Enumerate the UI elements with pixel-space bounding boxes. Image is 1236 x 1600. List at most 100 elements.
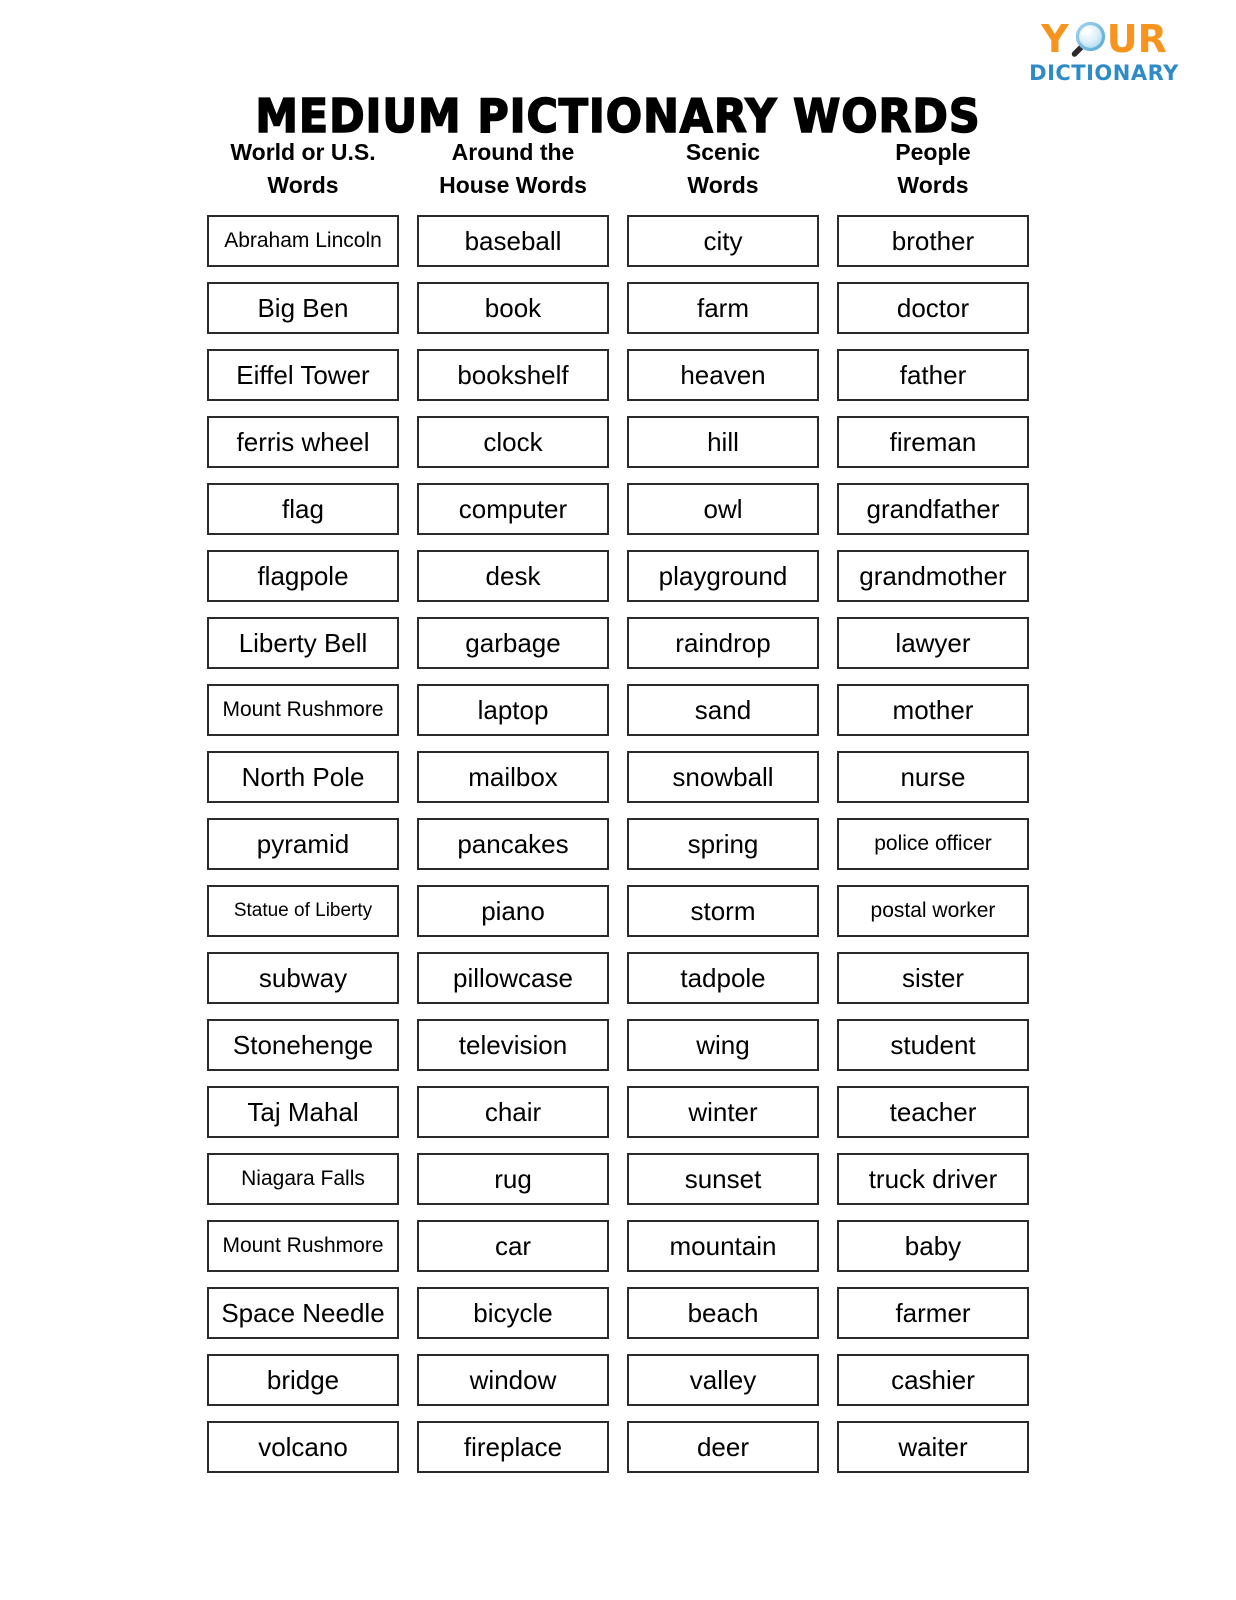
word-label: tadpole	[680, 962, 766, 993]
word-box[interactable]: father	[837, 348, 1029, 401]
word-box[interactable]: pillowcase	[417, 951, 609, 1004]
word-box[interactable]: sand	[627, 683, 819, 736]
word-box[interactable]: city	[627, 214, 819, 267]
word-box[interactable]: baby	[837, 1219, 1029, 1272]
word-label: storm	[690, 895, 756, 926]
word-box[interactable]: ferris wheel	[207, 415, 399, 468]
word-box[interactable]: North Pole	[207, 750, 399, 803]
word-label: sister	[901, 962, 965, 993]
word-box[interactable]: storm	[627, 884, 819, 937]
word-box[interactable]: Eiffel Tower	[207, 348, 399, 401]
word-box[interactable]: bridge	[207, 1353, 399, 1406]
word-box[interactable]: teacher	[837, 1085, 1029, 1138]
word-box[interactable]: owl	[627, 482, 819, 535]
word-box[interactable]: farm	[627, 281, 819, 334]
word-box[interactable]: sunset	[627, 1152, 819, 1205]
word-box[interactable]: cashier	[837, 1353, 1029, 1406]
word-box[interactable]: Big Ben	[207, 281, 399, 334]
word-box[interactable]: student	[837, 1018, 1029, 1071]
word-box[interactable]: television	[417, 1018, 609, 1071]
word-box[interactable]: window	[417, 1353, 609, 1406]
word-box[interactable]: computer	[417, 482, 609, 535]
word-label: Space Needle	[221, 1297, 385, 1328]
word-box[interactable]: Taj Mahal	[207, 1085, 399, 1138]
word-list: Abraham Lincoln Big Ben Eiffel Tower ferris…	[207, 214, 399, 1473]
word-box[interactable]: Mount Rushmore	[207, 1219, 399, 1272]
word-box[interactable]: wing	[627, 1018, 819, 1071]
word-box[interactable]: rug	[417, 1152, 609, 1205]
word-box[interactable]: snowball	[627, 750, 819, 803]
word-column: World or U.S. Words Abraham Lincoln Big Be…	[207, 136, 399, 1488]
word-box[interactable]: doctor	[837, 281, 1029, 334]
word-box[interactable]: grandfather	[837, 482, 1029, 535]
word-box[interactable]: spring	[627, 817, 819, 870]
word-label: chair	[484, 1096, 542, 1127]
word-box[interactable]: tadpole	[627, 951, 819, 1004]
word-box[interactable]: valley	[627, 1353, 819, 1406]
word-box[interactable]: book	[417, 281, 609, 334]
word-box[interactable]: truck driver	[837, 1152, 1029, 1205]
word-box[interactable]: mother	[837, 683, 1029, 736]
word-column: Scenic Words city farm heaven hill owl playgro…	[627, 136, 819, 1488]
word-box[interactable]: car	[417, 1219, 609, 1272]
logo-letter-u: U	[1106, 17, 1138, 61]
word-label: postal worker	[870, 899, 996, 923]
word-label: valley	[689, 1364, 757, 1395]
word-box[interactable]: fireman	[837, 415, 1029, 468]
word-box[interactable]: raindrop	[627, 616, 819, 669]
word-label: beach	[687, 1297, 759, 1328]
word-box[interactable]: desk	[417, 549, 609, 602]
word-box[interactable]: grandmother	[837, 549, 1029, 602]
word-label: computer	[458, 493, 568, 524]
word-label: farm	[697, 292, 749, 323]
word-box[interactable]: pyramid	[207, 817, 399, 870]
word-box[interactable]: baseball	[417, 214, 609, 267]
word-label: baseball	[464, 225, 562, 256]
word-box[interactable]: Mount Rushmore	[207, 683, 399, 736]
word-box[interactable]: Space Needle	[207, 1286, 399, 1339]
word-box[interactable]: Statue of Liberty	[207, 884, 399, 937]
word-box[interactable]: volcano	[207, 1420, 399, 1473]
word-box[interactable]: nurse	[837, 750, 1029, 803]
word-label: Mount Rushmore	[222, 1234, 384, 1258]
word-box[interactable]: bicycle	[417, 1286, 609, 1339]
word-box[interactable]: fireplace	[417, 1420, 609, 1473]
word-box[interactable]: piano	[417, 884, 609, 937]
word-label: Mount Rushmore	[222, 698, 384, 722]
word-box[interactable]: chair	[417, 1085, 609, 1138]
word-label: raindrop	[675, 627, 771, 658]
page-header: Y U R DICTIONARY MEDIUM PICTIONARY WORDS	[0, 0, 1236, 144]
word-box[interactable]: deer	[627, 1420, 819, 1473]
word-box[interactable]: hill	[627, 415, 819, 468]
word-box[interactable]: brother	[837, 214, 1029, 267]
word-box[interactable]: pancakes	[417, 817, 609, 870]
word-box[interactable]: playground	[627, 549, 819, 602]
word-box[interactable]: mailbox	[417, 750, 609, 803]
word-box[interactable]: subway	[207, 951, 399, 1004]
word-box[interactable]: Abraham Lincoln	[207, 214, 399, 267]
word-box[interactable]: heaven	[627, 348, 819, 401]
word-label: playground	[658, 560, 788, 591]
word-box[interactable]: beach	[627, 1286, 819, 1339]
word-box[interactable]: Liberty Bell	[207, 616, 399, 669]
word-box[interactable]: winter	[627, 1085, 819, 1138]
word-box[interactable]: mountain	[627, 1219, 819, 1272]
word-label: piano	[481, 895, 545, 926]
word-box[interactable]: flag	[207, 482, 399, 535]
word-box[interactable]: flagpole	[207, 549, 399, 602]
word-label: Taj Mahal	[247, 1096, 359, 1127]
word-box[interactable]: laptop	[417, 683, 609, 736]
word-box[interactable]: Stonehenge	[207, 1018, 399, 1071]
word-box[interactable]: Niagara Falls	[207, 1152, 399, 1205]
word-label: bookshelf	[457, 359, 569, 390]
word-box[interactable]: postal worker	[837, 884, 1029, 937]
word-box[interactable]: farmer	[837, 1286, 1029, 1339]
word-box[interactable]: bookshelf	[417, 348, 609, 401]
word-box[interactable]: clock	[417, 415, 609, 468]
column-header: Around the House Words	[439, 139, 587, 199]
word-box[interactable]: lawyer	[837, 616, 1029, 669]
word-box[interactable]: police officer	[837, 817, 1029, 870]
word-box[interactable]: garbage	[417, 616, 609, 669]
word-box[interactable]: waiter	[837, 1420, 1029, 1473]
word-box[interactable]: sister	[837, 951, 1029, 1004]
